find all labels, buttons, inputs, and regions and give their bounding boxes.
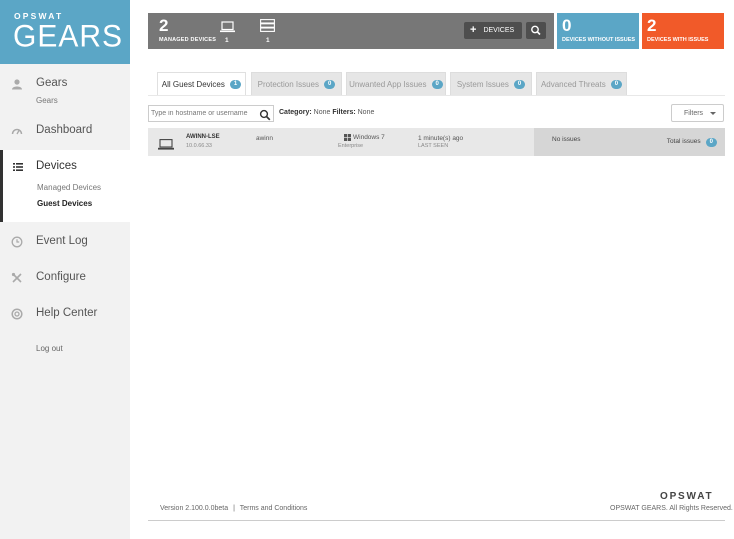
footer-left: Version 2.100.0.0beta | Terms and Condit… <box>160 505 307 512</box>
add-devices-label: DEVICES <box>483 27 515 34</box>
filters-button-label: Filters <box>684 109 704 117</box>
tab-count-badge: 1 <box>229 79 242 89</box>
table-row[interactable]: AWINN-LSE 10.0.66.33 awinn Windows 7 Ent… <box>148 128 725 156</box>
tab-protection-issues[interactable]: Protection Issues 0 <box>251 72 342 95</box>
managed-devices-caption: MANAGED DEVICES <box>159 37 217 43</box>
gauge-icon <box>11 125 23 137</box>
search-button[interactable] <box>526 22 546 39</box>
add-devices-button[interactable]: + DEVICES <box>464 22 522 39</box>
windows-icon <box>344 134 351 141</box>
sidebar-item-label: Dashboard <box>36 124 93 136</box>
issues-status: No issues <box>552 136 581 143</box>
device-username: awinn <box>256 135 273 142</box>
device-os-edition: Enterprise <box>338 143 364 149</box>
laptop-count: 1 <box>225 37 229 44</box>
server-count: 1 <box>266 37 270 44</box>
tab-label: Protection Issues <box>257 79 320 89</box>
device-os: Windows 7 <box>344 134 385 141</box>
user-icon <box>11 78 23 90</box>
tab-system-issues[interactable]: System Issues 0 <box>450 72 532 95</box>
footer-opswat-logo: OPSWAT <box>660 491 714 502</box>
category-label: Category: <box>279 109 312 116</box>
tab-all-guest-devices[interactable]: All Guest Devices 1 <box>157 72 246 96</box>
devices-without-issues-tile[interactable]: 0 DEVICES WITHOUT ISSUES <box>557 13 639 49</box>
search-icon <box>531 25 541 36</box>
with-issues-caption: DEVICES WITH ISSUES <box>647 37 709 43</box>
tab-label: All Guest Devices <box>161 79 225 89</box>
tab-advanced-threats[interactable]: Advanced Threats 0 <box>536 72 627 95</box>
device-hostname[interactable]: AWINN-LSE <box>186 134 220 140</box>
sidebar-subitem-managed-devices[interactable]: Managed Devices <box>37 183 101 192</box>
sidebar-item-label: Devices <box>36 160 77 172</box>
tab-count-badge: 0 <box>610 79 623 89</box>
total-issues-label: Total issues <box>666 138 701 145</box>
sidebar-item-devices[interactable]: Devices Managed Devices Guest Devices <box>0 150 130 222</box>
lifebuoy-icon <box>11 308 23 320</box>
server-icon <box>260 19 275 37</box>
clock-icon <box>11 236 23 248</box>
sidebar-item-label: Configure <box>36 271 86 283</box>
active-filters-summary: Category: None Filters: None <box>279 109 374 116</box>
filters-value: None <box>357 109 375 116</box>
tabs-divider <box>148 95 725 96</box>
logout-link[interactable]: Log out <box>36 344 63 353</box>
list-icon <box>12 161 24 173</box>
sidebar-subitem-gears[interactable]: Gears <box>36 96 58 105</box>
tab-count-badge: 0 <box>431 79 443 89</box>
filters-label: Filters: <box>332 109 356 116</box>
plus-icon: + <box>470 24 477 36</box>
copyright-text: OPSWAT GEARS. All Rights Reserved. <box>610 505 733 512</box>
without-issues-caption: DEVICES WITHOUT ISSUES <box>562 37 636 43</box>
tab-label: System Issues <box>456 79 509 89</box>
last-seen-caption: LAST SEEN <box>418 143 449 149</box>
device-search-input[interactable] <box>151 108 255 119</box>
devices-with-issues-tile[interactable]: 2 DEVICES WITH ISSUES <box>642 13 724 49</box>
footer-separator: | <box>233 505 235 512</box>
chevron-down-icon <box>710 111 717 115</box>
sidebar: OPSWAT GEARS Gears Gears Dashboard Devic… <box>0 0 130 539</box>
device-os-name: Windows 7 <box>353 134 385 141</box>
tab-label: Advanced Threats <box>540 79 606 89</box>
sidebar-item-label: Event Log <box>36 235 88 247</box>
managed-devices-count: 2 <box>159 16 169 35</box>
total-issues-badge: 0 <box>705 138 717 147</box>
device-ip: 10.0.66.33 <box>186 143 212 149</box>
with-issues-count: 2 <box>647 16 657 35</box>
category-value: None <box>313 109 331 116</box>
tab-unwanted-app-issues[interactable]: Unwanted App Issues 0 <box>346 72 446 95</box>
total-issues: Total issues 0 <box>667 138 717 147</box>
tools-icon <box>11 272 23 284</box>
device-search-box <box>148 105 274 122</box>
without-issues-count: 0 <box>562 16 572 35</box>
tab-count-badge: 0 <box>513 79 526 89</box>
device-issues-panel: No issues Total issues 0 <box>534 128 725 156</box>
sidebar-item-label: Gears <box>36 77 68 89</box>
stats-bar: 2 MANAGED DEVICES 1 1 + DEVICES <box>148 13 554 49</box>
terms-link[interactable]: Terms and Conditions <box>240 505 308 512</box>
device-last-seen: 1 minute(s) ago <box>418 135 464 142</box>
sidebar-subitem-guest-devices[interactable]: Guest Devices <box>37 199 92 208</box>
filters-dropdown-button[interactable]: Filters <box>671 104 724 122</box>
version-text: Version 2.100.0.0beta <box>160 505 229 512</box>
footer-divider <box>148 520 725 521</box>
laptop-icon <box>158 137 174 155</box>
laptop-icon <box>220 20 235 38</box>
sidebar-item-label: Help Center <box>36 307 98 319</box>
tab-label: Unwanted App Issues <box>349 79 427 89</box>
tab-count-badge: 0 <box>324 79 336 89</box>
search-icon[interactable] <box>259 108 271 126</box>
gears-logo[interactable]: OPSWAT GEARS <box>0 0 130 64</box>
logo-gears-text: GEARS <box>13 19 124 54</box>
